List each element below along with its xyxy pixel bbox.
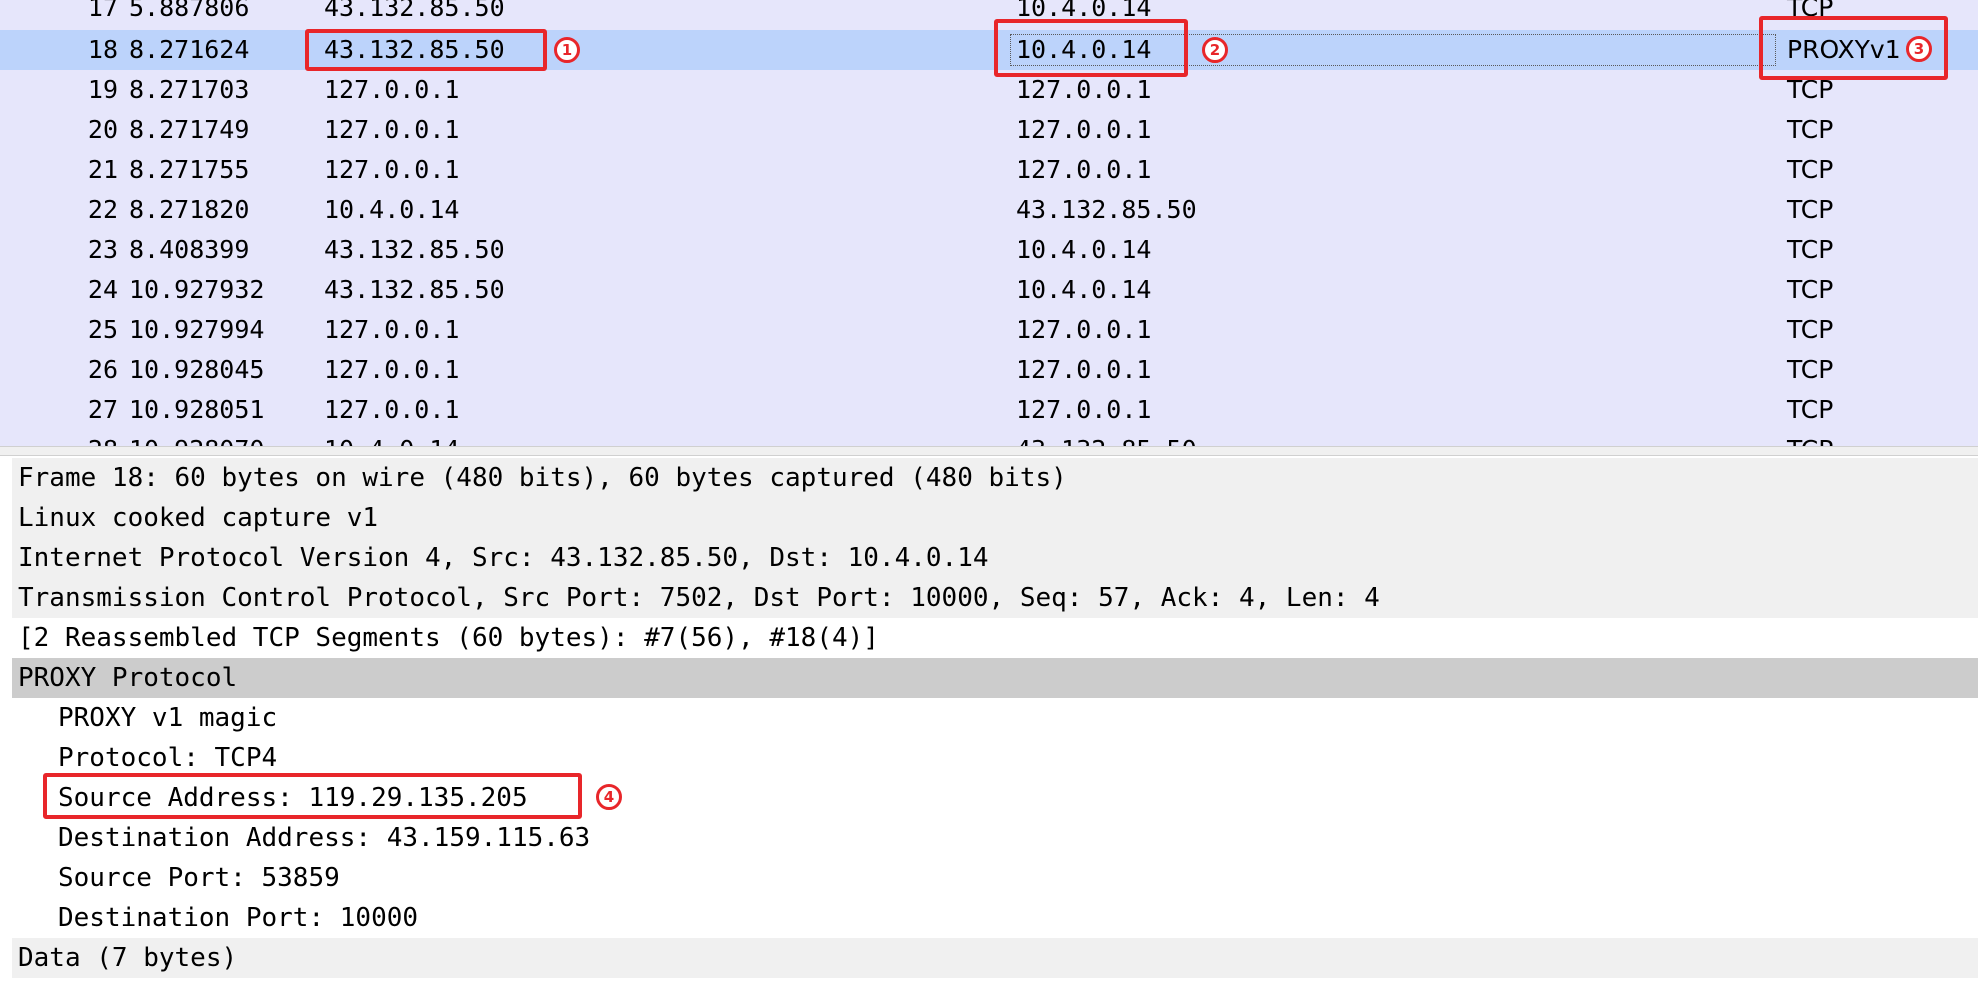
packet-source: 127.0.0.1 bbox=[324, 395, 460, 424]
annotation-number-1: 1 bbox=[554, 37, 580, 63]
packet-destination: 127.0.0.1 bbox=[1016, 355, 1152, 384]
packet-destination: 127.0.0.1 bbox=[1016, 395, 1152, 424]
packet-time: 10.928045 bbox=[129, 355, 265, 384]
packet-protocol: TCP bbox=[1787, 195, 1834, 224]
packet-number: 22 bbox=[87, 195, 118, 224]
packet-number: 20 bbox=[87, 115, 118, 144]
detail-proxy-magic[interactable]: PROXY v1 magic bbox=[12, 698, 1978, 738]
packet-list[interactable]: 17 5.887806 43.132.85.50 10.4.0.14 TCP 1… bbox=[0, 0, 1978, 446]
packet-protocol: TCP bbox=[1787, 430, 1833, 446]
annotation-number-2: 2 bbox=[1202, 37, 1228, 63]
packet-destination: 10.4.0.14 bbox=[1016, 235, 1152, 264]
packet-row-18-selected[interactable]: 18 8.271624 43.132.85.50 10.4.0.14 PROXY… bbox=[0, 30, 1978, 70]
packet-row-21[interactable]: 21 8.271755 127.0.0.1 127.0.0.1 TCP bbox=[0, 150, 1978, 190]
packet-source: 127.0.0.1 bbox=[324, 115, 460, 144]
packet-protocol: TCP bbox=[1787, 355, 1834, 384]
packet-number: 21 bbox=[87, 155, 118, 184]
packet-protocol: TCP bbox=[1787, 275, 1834, 304]
annotation-number-3: 3 bbox=[1906, 36, 1932, 62]
packet-row-17[interactable]: 17 5.887806 43.132.85.50 10.4.0.14 TCP bbox=[0, 0, 1978, 28]
packet-number: 19 bbox=[87, 75, 118, 104]
packet-source: 127.0.0.1 bbox=[324, 315, 460, 344]
packet-source: 43.132.85.50 bbox=[324, 0, 505, 22]
packet-source: 43.132.85.50 bbox=[324, 235, 505, 264]
packet-row-24[interactable]: 24 10.927932 43.132.85.50 10.4.0.14 TCP bbox=[0, 270, 1978, 310]
detail-tcp[interactable]: Transmission Control Protocol, Src Port:… bbox=[12, 578, 1978, 618]
packet-source: 43.132.85.50 bbox=[324, 275, 505, 304]
packet-time: 8.408399 bbox=[129, 235, 250, 264]
detail-destination-address[interactable]: Destination Address: 43.159.115.63 bbox=[12, 818, 1978, 858]
packet-number: 24 bbox=[87, 275, 118, 304]
packet-destination: 127.0.0.1 bbox=[1016, 155, 1152, 184]
packet-number: 25 bbox=[87, 315, 118, 344]
packet-row-22[interactable]: 22 8.271820 10.4.0.14 43.132.85.50 TCP bbox=[0, 190, 1978, 230]
detail-proxy-protocol-field[interactable]: Protocol: TCP4 bbox=[12, 738, 1978, 778]
packet-time: 8.271749 bbox=[129, 115, 250, 144]
packet-number: 26 bbox=[87, 355, 118, 384]
packet-number: 28 bbox=[62, 430, 118, 446]
packet-destination: 10.4.0.14 bbox=[1016, 275, 1152, 304]
packet-row-20[interactable]: 20 8.271749 127.0.0.1 127.0.0.1 TCP bbox=[0, 110, 1978, 150]
detail-proxy-protocol[interactable]: PROXY Protocol bbox=[12, 658, 1978, 698]
packet-time: 10.928051 bbox=[129, 395, 265, 424]
packet-row-26[interactable]: 26 10.928045 127.0.0.1 127.0.0.1 TCP bbox=[0, 350, 1978, 390]
packet-source: 127.0.0.1 bbox=[324, 75, 460, 104]
packet-time: 10.927994 bbox=[129, 315, 265, 344]
packet-protocol: TCP bbox=[1787, 395, 1834, 424]
packet-protocol: TCP bbox=[1787, 155, 1834, 184]
packet-row-28[interactable]: 28 10.928070 10.4.0.14 43.132.85.50 TCP bbox=[0, 430, 1978, 446]
packet-source: 10.4.0.14 bbox=[324, 195, 460, 224]
packet-destination: 43.132.85.50 bbox=[1016, 430, 1197, 446]
packet-time: 10.928070 bbox=[129, 430, 264, 446]
detail-reassembled[interactable]: [2 Reassembled TCP Segments (60 bytes): … bbox=[12, 618, 1978, 658]
packet-row-25[interactable]: 25 10.927994 127.0.0.1 127.0.0.1 TCP bbox=[0, 310, 1978, 350]
packet-source: 127.0.0.1 bbox=[324, 155, 460, 184]
packet-source: 10.4.0.14 bbox=[324, 430, 459, 446]
detail-ipv4[interactable]: Internet Protocol Version 4, Src: 43.132… bbox=[12, 538, 1978, 578]
packet-time: 10.927932 bbox=[129, 275, 265, 304]
packet-row-23[interactable]: 23 8.408399 43.132.85.50 10.4.0.14 TCP bbox=[0, 230, 1978, 270]
detail-destination-port[interactable]: Destination Port: 10000 bbox=[12, 898, 1978, 938]
pane-splitter[interactable] bbox=[0, 446, 1978, 456]
detail-linux-cooked[interactable]: Linux cooked capture v1 bbox=[12, 498, 1978, 538]
packet-details-tree[interactable]: Frame 18: 60 bytes on wire (480 bits), 6… bbox=[0, 456, 1978, 1000]
packet-number: 17 bbox=[87, 0, 118, 22]
packet-number: 18 bbox=[87, 35, 118, 64]
packet-row-19[interactable]: 19 8.271703 127.0.0.1 127.0.0.1 TCP bbox=[0, 70, 1978, 110]
packet-number: 23 bbox=[87, 235, 118, 264]
packet-source: 127.0.0.1 bbox=[324, 355, 460, 384]
packet-time: 8.271755 bbox=[129, 155, 250, 184]
annotation-number-4: 4 bbox=[596, 784, 622, 810]
packet-time: 8.271624 bbox=[129, 35, 250, 64]
annotation-box-1 bbox=[305, 29, 547, 71]
packet-destination: 43.132.85.50 bbox=[1016, 195, 1197, 224]
packet-row-27[interactable]: 27 10.928051 127.0.0.1 127.0.0.1 TCP bbox=[0, 390, 1978, 430]
detail-source-port[interactable]: Source Port: 53859 bbox=[12, 858, 1978, 898]
packet-time: 8.271703 bbox=[129, 75, 250, 104]
packet-time: 5.887806 bbox=[129, 0, 250, 22]
packet-destination: 127.0.0.1 bbox=[1016, 115, 1152, 144]
packet-destination: 127.0.0.1 bbox=[1016, 315, 1152, 344]
packet-protocol: TCP bbox=[1787, 235, 1834, 264]
annotation-box-4 bbox=[43, 773, 582, 819]
packet-protocol: TCP bbox=[1787, 115, 1834, 144]
packet-protocol: TCP bbox=[1787, 315, 1834, 344]
packet-time: 8.271820 bbox=[129, 195, 250, 224]
packet-number: 27 bbox=[87, 395, 118, 424]
annotation-box-2 bbox=[994, 19, 1188, 77]
detail-data[interactable]: Data (7 bytes) bbox=[12, 938, 1978, 978]
detail-frame[interactable]: Frame 18: 60 bytes on wire (480 bits), 6… bbox=[12, 458, 1978, 498]
